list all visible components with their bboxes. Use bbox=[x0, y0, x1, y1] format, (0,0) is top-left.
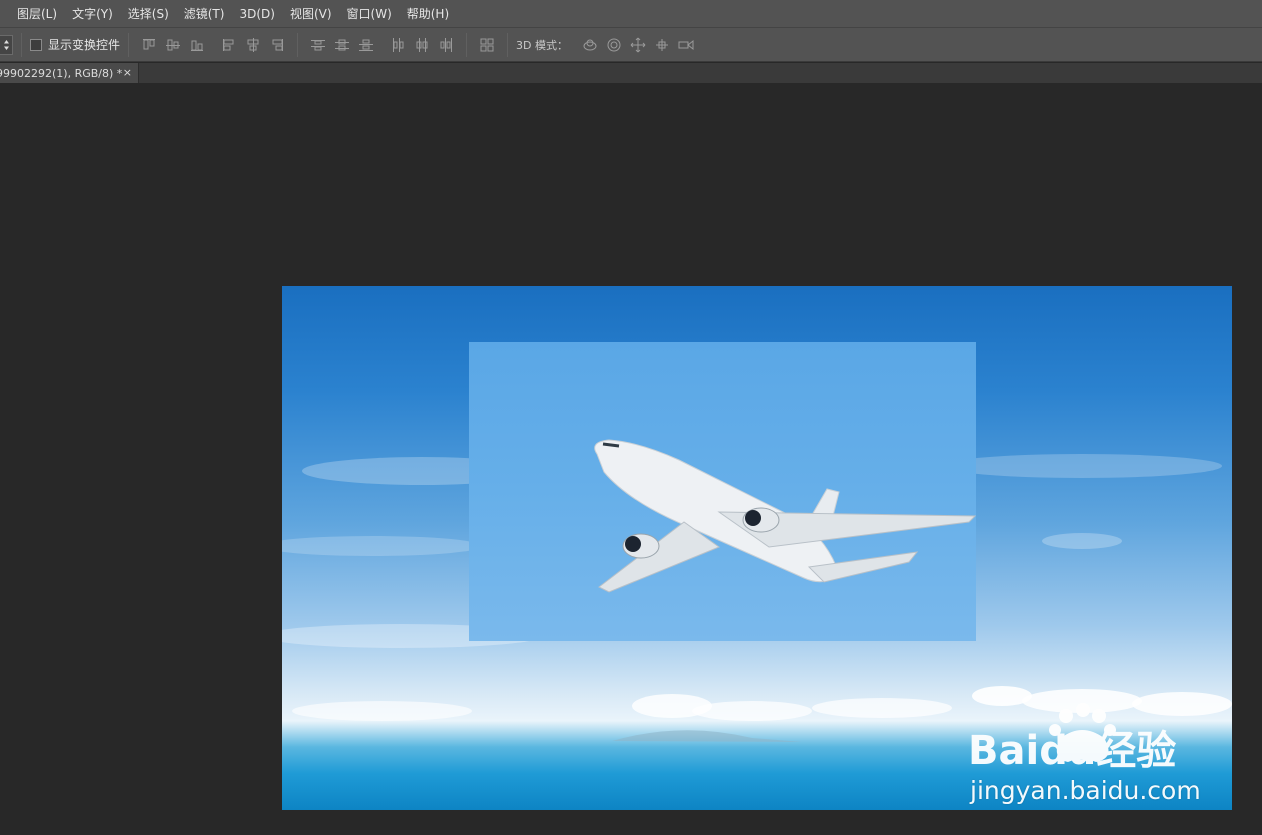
show-transform-checkbox[interactable] bbox=[30, 38, 42, 51]
menu-type[interactable]: 文字(Y) bbox=[72, 5, 113, 22]
airplane-photo-layer[interactable] bbox=[469, 342, 977, 641]
separator bbox=[297, 32, 299, 57]
auto-align-layers-icon[interactable] bbox=[478, 36, 496, 54]
separator bbox=[466, 32, 468, 57]
options-bar: 显示变换控件 3D 模式： bbox=[0, 27, 1262, 62]
align-horizontal-centers-icon[interactable] bbox=[244, 36, 262, 54]
document-tab-title: 99902292(1), RGB/8) * bbox=[0, 66, 123, 80]
slide-3d-icon[interactable] bbox=[653, 36, 671, 54]
updown-arrow-icon bbox=[3, 39, 9, 50]
scale-3d-icon[interactable] bbox=[677, 36, 695, 54]
align-bottom-edges-icon[interactable] bbox=[188, 36, 206, 54]
distribute-left-icon[interactable] bbox=[389, 36, 407, 54]
show-transform-controls[interactable]: 显示变换控件 bbox=[30, 36, 120, 53]
menu-window[interactable]: 窗口(W) bbox=[347, 5, 392, 22]
baidu-watermark: Baidu经验 jingyan.baidu.com bbox=[966, 696, 1206, 806]
align-vertical-centers-icon[interactable] bbox=[164, 36, 182, 54]
rotate-3d-icon[interactable] bbox=[581, 36, 599, 54]
baidu-paw-logo-icon: Baidu经验 bbox=[968, 703, 1176, 774]
align-right-edges-icon[interactable] bbox=[268, 36, 286, 54]
separator bbox=[507, 32, 509, 57]
menu-help[interactable]: 帮助(H) bbox=[407, 5, 449, 22]
align-top-edges-icon[interactable] bbox=[140, 36, 158, 54]
distribute-right-icon[interactable] bbox=[437, 36, 455, 54]
show-transform-label: 显示变换控件 bbox=[48, 38, 121, 52]
separator bbox=[21, 32, 22, 57]
distribute-top-icon[interactable] bbox=[309, 36, 327, 54]
airplane-icon bbox=[594, 439, 977, 593]
mode-3d-label: 3D 模式： bbox=[516, 38, 568, 52]
close-icon[interactable]: × bbox=[123, 66, 132, 79]
select-stepper[interactable] bbox=[0, 34, 13, 55]
roll-3d-icon[interactable] bbox=[605, 36, 623, 54]
document-tab[interactable]: 99902292(1), RGB/8) * × bbox=[0, 63, 139, 83]
menu-bar: 图层(L) 文字(Y) 选择(S) 滤镜(T) 3D(D) 视图(V) 窗口(W… bbox=[0, 0, 1262, 27]
drag-3d-icon[interactable] bbox=[629, 36, 647, 54]
distribute-vcenter-icon[interactable] bbox=[333, 36, 351, 54]
menu-layer[interactable]: 图层(L) bbox=[17, 5, 57, 22]
align-left-edges-icon[interactable] bbox=[220, 36, 238, 54]
menu-select[interactable]: 选择(S) bbox=[128, 5, 169, 22]
document-tab-bar: 99902292(1), RGB/8) * × bbox=[0, 63, 1262, 83]
separator bbox=[128, 32, 130, 57]
menu-view[interactable]: 视图(V) bbox=[290, 5, 332, 22]
menu-3d[interactable]: 3D(D) bbox=[239, 7, 274, 21]
distribute-bottom-icon[interactable] bbox=[357, 36, 375, 54]
menu-filter[interactable]: 滤镜(T) bbox=[184, 5, 225, 22]
distribute-hcenter-icon[interactable] bbox=[413, 36, 431, 54]
watermark-url-text: jingyan.baidu.com bbox=[970, 776, 1201, 805]
